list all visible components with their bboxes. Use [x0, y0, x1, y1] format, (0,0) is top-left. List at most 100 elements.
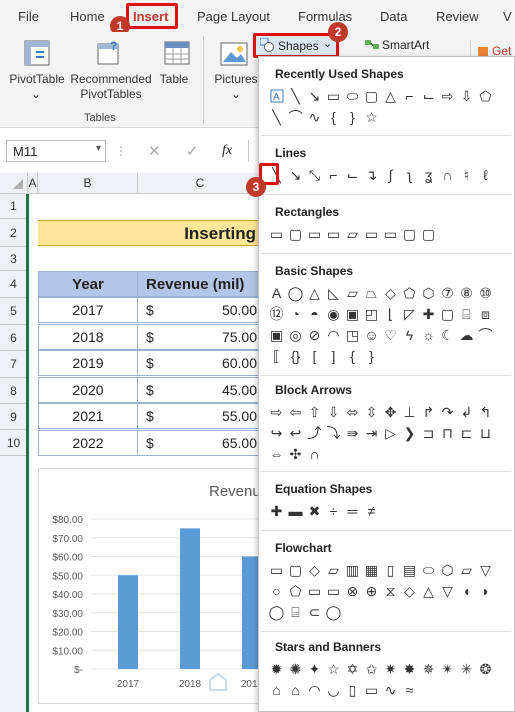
- star16-icon[interactable]: ✴: [438, 659, 457, 679]
- left-right-arrow-icon[interactable]: ⬄: [343, 402, 362, 422]
- half-frame-icon[interactable]: ◰: [362, 304, 381, 324]
- u-turn-arrow-icon[interactable]: ↷: [438, 402, 457, 422]
- card-icon[interactable]: ▭: [305, 581, 324, 601]
- table-cell-revenue[interactable]: $45.00: [137, 376, 260, 403]
- curved-up-arrow-icon[interactable]: ⤴: [305, 423, 324, 443]
- direct-storage-icon[interactable]: ⊂: [305, 602, 324, 622]
- freeform-shape-icon[interactable]: ╲: [267, 107, 286, 127]
- elbow-icon[interactable]: ⌐: [324, 165, 343, 185]
- notched-right-arrow-icon[interactable]: ⇥: [362, 423, 381, 443]
- table-cell-revenue[interactable]: $75.00: [137, 323, 260, 350]
- insert-function-button[interactable]: fx: [222, 143, 232, 159]
- up-down-arrow-icon[interactable]: ⇳: [362, 402, 381, 422]
- decision-icon[interactable]: ◇: [305, 560, 324, 580]
- arc-icon[interactable]: ⌒: [476, 325, 495, 345]
- curve-shape-icon[interactable]: ∿: [305, 107, 324, 127]
- line-shape-icon[interactable]: ╲: [286, 86, 305, 106]
- no-symbol-icon[interactable]: ⊘: [305, 325, 324, 345]
- round-diag-rect-icon[interactable]: ▢: [419, 224, 438, 244]
- row-header-5[interactable]: 5: [0, 298, 28, 325]
- round1-rect-icon[interactable]: ▭: [381, 224, 400, 244]
- document-icon[interactable]: ▯: [381, 560, 400, 580]
- sort-icon[interactable]: ◇: [400, 581, 419, 601]
- row-header-9[interactable]: 9: [0, 404, 28, 430]
- bent-arrow-icon[interactable]: ↱: [419, 402, 438, 422]
- curved-ribbon-down-icon[interactable]: ◡: [324, 680, 343, 700]
- diag-stripe-icon[interactable]: ◸: [400, 304, 419, 324]
- stored-data-icon[interactable]: ◖: [457, 581, 476, 601]
- table-cell-revenue[interactable]: $65.00: [137, 429, 260, 456]
- data-icon[interactable]: ▱: [324, 560, 343, 580]
- triangle-icon[interactable]: △: [305, 283, 324, 303]
- diamond-icon[interactable]: ◇: [381, 283, 400, 303]
- rectangle-shape-icon[interactable]: ▭: [324, 86, 343, 106]
- heart-icon[interactable]: ♡: [381, 325, 400, 345]
- left-up-arrow-icon[interactable]: ↲: [457, 402, 476, 422]
- connector-icon[interactable]: ○: [267, 581, 286, 601]
- predefined-process-icon[interactable]: ▥: [343, 560, 362, 580]
- title-cell[interactable]: Inserting: [38, 220, 260, 246]
- manual-input-icon[interactable]: ⏥: [457, 560, 476, 580]
- display-icon[interactable]: ◯: [324, 602, 343, 622]
- triangle-shape-icon[interactable]: △: [381, 86, 400, 106]
- row-header-2[interactable]: 2: [0, 219, 28, 247]
- extract-icon[interactable]: △: [419, 581, 438, 601]
- curved-connector-icon[interactable]: ∫: [381, 165, 400, 185]
- star5-shape-icon[interactable]: ☆: [362, 107, 381, 127]
- curve-icon[interactable]: ∩: [438, 165, 457, 185]
- trapezoid-icon[interactable]: ⏢: [362, 283, 381, 303]
- star-shape-icon[interactable]: ⇩: [457, 86, 476, 106]
- merge-icon[interactable]: ▽: [438, 581, 457, 601]
- tab-home[interactable]: Home: [70, 9, 105, 24]
- left-right-callout-icon[interactable]: ⇔: [267, 444, 286, 464]
- cube-icon[interactable]: ⧈: [476, 304, 495, 324]
- right-bracket-icon[interactable]: ]: [324, 346, 343, 366]
- left-brace-shape-icon[interactable]: {: [324, 107, 343, 127]
- row-header-3[interactable]: 3: [0, 247, 28, 271]
- can-icon[interactable]: ⌸: [457, 304, 476, 324]
- decagon-icon[interactable]: ⑩: [476, 283, 495, 303]
- cross-icon[interactable]: ✚: [419, 304, 438, 324]
- column-header-b[interactable]: B: [38, 173, 138, 194]
- pivottable-button[interactable]: PivotTable: [8, 72, 66, 87]
- manual-operation-icon[interactable]: ▽: [476, 560, 495, 580]
- snip-round-rect-icon[interactable]: ▭: [362, 224, 381, 244]
- star24-icon[interactable]: ✳: [457, 659, 476, 679]
- circular-arrow-icon[interactable]: ∩: [305, 444, 324, 464]
- not-equal-icon[interactable]: ≠: [362, 501, 381, 521]
- column-header-c[interactable]: C: [138, 173, 263, 194]
- pentagon-arrow-icon[interactable]: ▷: [381, 423, 400, 443]
- row-header-7[interactable]: 7: [0, 351, 28, 378]
- textbox-icon[interactable]: A: [267, 283, 286, 303]
- name-box[interactable]: M11 ▾: [6, 140, 106, 162]
- block-arc-icon[interactable]: ◠: [324, 325, 343, 345]
- snip-diag-rect-icon[interactable]: ▱: [343, 224, 362, 244]
- right-brace-shape-icon[interactable]: }: [343, 107, 362, 127]
- enter-icon[interactable]: ✓: [186, 142, 199, 160]
- tab-data[interactable]: Data: [380, 9, 407, 24]
- explosion1-icon[interactable]: ✹: [267, 659, 286, 679]
- curved-arrow-icon[interactable]: ʅ: [400, 165, 419, 185]
- curved-double-arrow-icon[interactable]: ʓ: [419, 165, 438, 185]
- curved-ribbon-up-icon[interactable]: ◠: [305, 680, 324, 700]
- line-double-arrow-icon[interactable]: ⤡: [305, 165, 324, 185]
- chord-icon[interactable]: ◓: [305, 304, 324, 324]
- table-cell-year[interactable]: 2022: [38, 429, 138, 456]
- table-cell-year[interactable]: 2020: [38, 376, 138, 403]
- table-cell-revenue[interactable]: $60.00: [137, 350, 260, 376]
- bevel-icon[interactable]: ▣: [267, 325, 286, 345]
- star4-icon[interactable]: ✦: [305, 659, 324, 679]
- row-header-8[interactable]: 8: [0, 378, 28, 404]
- elbow-arrow-shape-icon[interactable]: ⌙: [419, 86, 438, 106]
- left-brace-icon[interactable]: {: [343, 346, 362, 366]
- arc-shape-icon[interactable]: ⌒: [286, 107, 305, 127]
- table-button[interactable]: Table: [154, 72, 194, 87]
- delay-icon[interactable]: ◗: [476, 581, 495, 601]
- header-year[interactable]: Year: [38, 271, 138, 297]
- curved-right-arrow-icon[interactable]: ↪: [267, 423, 286, 443]
- frame-icon[interactable]: ▣: [343, 304, 362, 324]
- right-triangle-icon[interactable]: ◺: [324, 283, 343, 303]
- sun-icon[interactable]: ☼: [419, 325, 438, 345]
- snip2-rect-icon[interactable]: ▭: [324, 224, 343, 244]
- callout-shape-icon[interactable]: ⬠: [476, 86, 495, 106]
